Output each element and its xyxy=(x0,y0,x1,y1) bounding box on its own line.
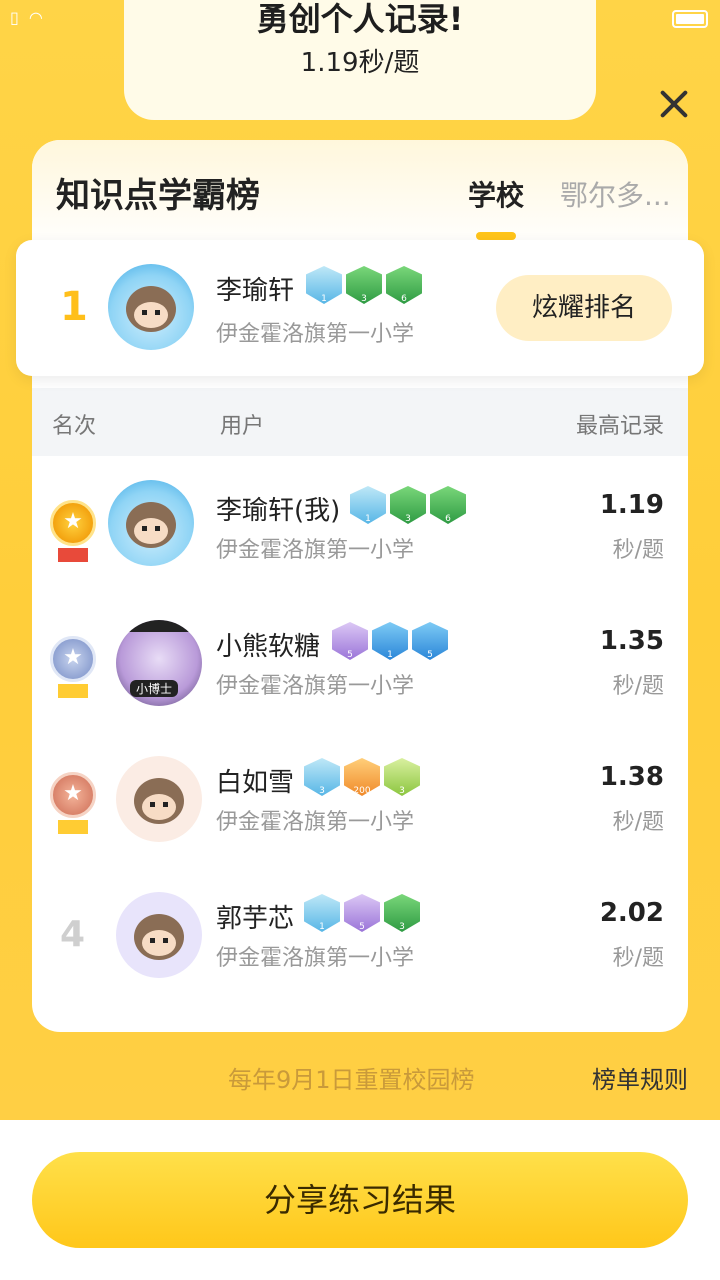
badge-list: 1 3 6 xyxy=(306,266,422,304)
achievement-badge-icon: 3 xyxy=(384,894,420,932)
user-name: 郭芋芯 xyxy=(216,904,295,934)
ribbon-icon xyxy=(58,820,88,834)
avatar[interactable] xyxy=(108,480,194,566)
my-name: 李瑜轩 xyxy=(216,276,295,306)
bronze-medal-icon: ★ xyxy=(50,772,96,818)
achievement-badge-icon: 3 xyxy=(304,758,340,796)
sim-icon: ▯ xyxy=(10,8,19,27)
share-result-button[interactable]: 分享练习结果 xyxy=(32,1152,688,1248)
silver-medal-icon: ★ xyxy=(50,636,96,682)
score-value: 2.02 xyxy=(599,898,664,928)
achievement-badge-icon: 200 xyxy=(344,758,380,796)
column-rank: 名次 xyxy=(52,414,97,439)
graduation-cap-icon xyxy=(124,620,198,632)
record-banner: 勇创个人记录! 1.19秒/题 xyxy=(124,0,596,120)
achievement-badge-icon: 1 xyxy=(306,266,342,304)
table-row[interactable]: ★ 白如雪 3 200 3 伊金霍洛旗第一小学 1.38 秒/题 xyxy=(32,728,688,864)
score-unit: 秒/题 xyxy=(612,674,664,699)
achievement-badge-icon: 5 xyxy=(344,894,380,932)
my-school: 伊金霍洛旗第一小学 xyxy=(216,322,415,347)
avatar-frame-label: 小博士 xyxy=(130,680,179,697)
school-name: 伊金霍洛旗第一小学 xyxy=(216,538,415,563)
school-name: 伊金霍洛旗第一小学 xyxy=(216,810,415,835)
school-name: 伊金霍洛旗第一小学 xyxy=(216,946,415,971)
close-icon[interactable] xyxy=(654,84,694,124)
table-row[interactable]: 4 郭芋芯 1 5 3 伊金霍洛旗第一小学 2.02 秒/题 xyxy=(32,864,688,1000)
badge-list: 3 200 3 xyxy=(304,758,420,796)
user-name: 白如雪 xyxy=(216,768,295,798)
rules-link[interactable]: 榜单规则 xyxy=(592,1060,688,1095)
ribbon-icon xyxy=(58,548,88,562)
achievement-badge-icon: 5 xyxy=(412,622,448,660)
record-title: 勇创个人记录! xyxy=(256,0,464,38)
column-record: 最高记录 xyxy=(575,414,664,439)
avatar[interactable]: 小博士 xyxy=(116,620,202,706)
avatar[interactable] xyxy=(116,892,202,978)
reset-note: 每年9月1日重置校园榜 xyxy=(228,1066,475,1094)
score-unit: 秒/题 xyxy=(612,538,664,563)
achievement-badge-icon: 5 xyxy=(332,622,368,660)
gold-medal-icon: ★ xyxy=(50,500,96,546)
ribbon-icon xyxy=(58,684,88,698)
score-value: 1.38 xyxy=(599,762,664,792)
panel-header: 知识点学霸榜 学校 鄂尔多... xyxy=(32,140,688,250)
school-name: 伊金霍洛旗第一小学 xyxy=(216,674,415,699)
my-rank-number: 1 xyxy=(60,284,88,330)
user-name: 李瑜轩(我) xyxy=(216,496,341,526)
badge-list: 1 3 6 xyxy=(350,486,466,524)
panel-title: 知识点学霸榜 xyxy=(56,176,260,216)
rank-number: 4 xyxy=(60,914,86,955)
record-value: 1.19秒/题 xyxy=(300,48,420,78)
tab-active-indicator xyxy=(476,232,516,240)
achievement-badge-icon: 3 xyxy=(384,758,420,796)
user-name: 小熊软糖 xyxy=(216,632,321,662)
show-off-rank-button[interactable]: 炫耀排名 xyxy=(496,275,672,341)
score-unit: 秒/题 xyxy=(612,946,664,971)
achievement-badge-icon: 3 xyxy=(390,486,426,524)
achievement-badge-icon: 3 xyxy=(346,266,382,304)
avatar[interactable] xyxy=(108,264,194,350)
achievement-badge-icon: 1 xyxy=(372,622,408,660)
column-user: 用户 xyxy=(220,414,265,439)
badge-list: 1 5 3 xyxy=(304,894,420,932)
badge-list: 5 1 5 xyxy=(332,622,448,660)
column-header: 名次 用户 最高记录 xyxy=(32,388,688,456)
battery-icon xyxy=(672,10,708,28)
score-unit: 秒/题 xyxy=(612,810,664,835)
score-value: 1.35 xyxy=(599,626,664,656)
tab-school[interactable]: 学校 xyxy=(468,174,524,214)
achievement-badge-icon: 6 xyxy=(430,486,466,524)
achievement-badge-icon: 1 xyxy=(350,486,386,524)
achievement-badge-icon: 6 xyxy=(386,266,422,304)
table-row[interactable]: ★ 李瑜轩(我) 1 3 6 伊金霍洛旗第一小学 1.19 秒/题 xyxy=(32,456,688,592)
my-rank-card: 1 李瑜轩 1 3 6 伊金霍洛旗第一小学 炫耀排名 xyxy=(16,240,704,376)
achievement-badge-icon: 1 xyxy=(304,894,340,932)
wifi-icon: ◠ xyxy=(28,8,43,27)
score-value: 1.19 xyxy=(599,490,664,520)
tab-city[interactable]: 鄂尔多... xyxy=(560,174,670,214)
table-row[interactable]: ★ 小博士 小熊软糖 5 1 5 伊金霍洛旗第一小学 1.35 秒/题 xyxy=(32,592,688,728)
avatar[interactable] xyxy=(116,756,202,842)
